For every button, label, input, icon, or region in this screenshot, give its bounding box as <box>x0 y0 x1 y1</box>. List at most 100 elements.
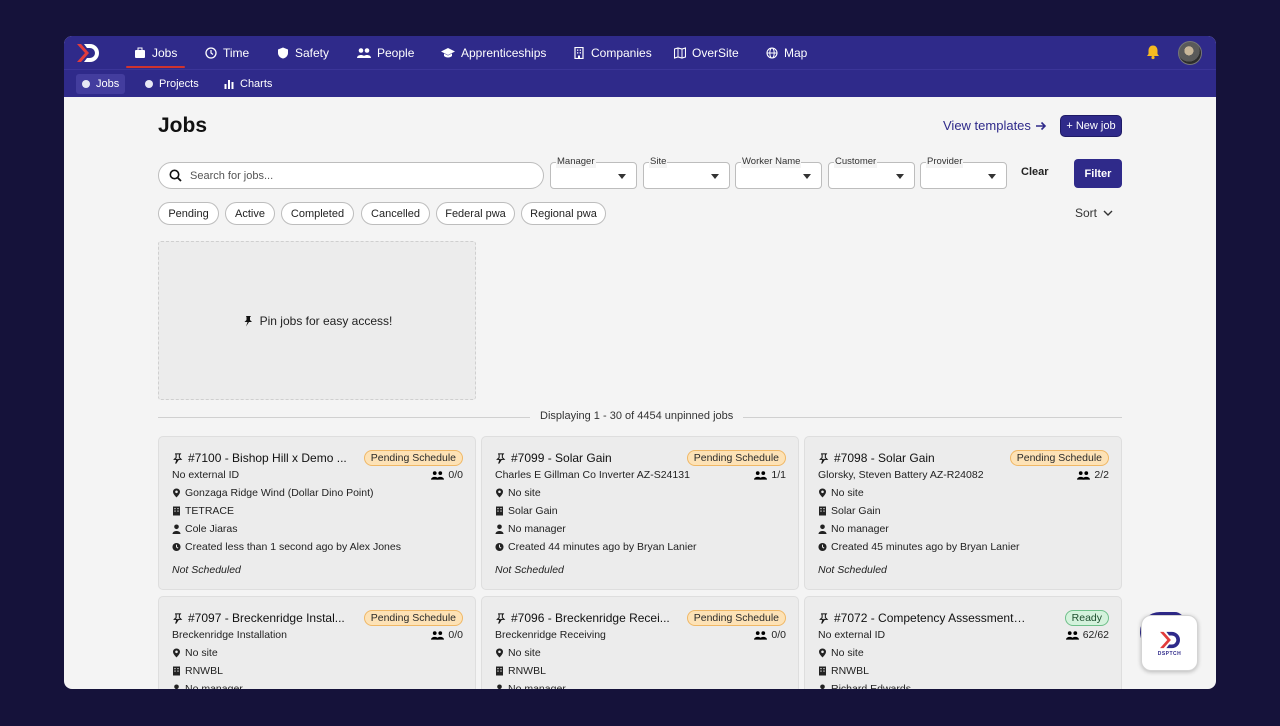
job-card[interactable]: #7100 - Bishop Hill x Demo ... Pending Sc… <box>158 436 476 590</box>
status-chip-cancelled[interactable]: Cancelled <box>361 202 430 225</box>
nav-item-time[interactable]: Time <box>205 36 249 69</box>
job-title[interactable]: #7096 - Breckenridge Recei... <box>495 611 705 625</box>
caret-down-icon <box>618 174 626 179</box>
job-external-id: Breckenridge Receiving <box>495 629 606 641</box>
worker-count: 1/1 <box>754 469 786 481</box>
job-created: Created 44 minutes ago by Bryan Lanier <box>495 541 697 553</box>
worker-name-select[interactable]: Worker Name <box>735 156 822 189</box>
job-title[interactable]: #7099 - Solar Gain <box>495 451 705 465</box>
nav-item-label: OverSite <box>692 45 739 60</box>
status-badge: Pending Schedule <box>363 450 463 466</box>
job-company-text: RNWBL <box>831 665 869 677</box>
brand-logo-icon[interactable] <box>75 42 101 64</box>
nav-item-label: Companies <box>591 45 652 60</box>
subnav-item-jobs[interactable]: Jobs <box>76 74 126 94</box>
job-site: No site <box>818 647 864 659</box>
pin-outline-icon[interactable] <box>818 612 829 624</box>
pin-outline-icon[interactable] <box>172 452 183 464</box>
pin-outline-icon[interactable] <box>495 612 506 624</box>
status-badge: Pending Schedule <box>1009 450 1109 466</box>
job-title-text: #7096 - Breckenridge Recei... <box>511 611 670 625</box>
customer-select-label: Customer <box>834 156 878 168</box>
status-chip-active[interactable]: Active <box>225 202 275 225</box>
job-manager: No manager <box>172 683 243 689</box>
status-chip-pending[interactable]: Pending <box>158 202 219 225</box>
dsptch-help-button[interactable]: DSPTCH <box>1141 615 1198 671</box>
job-site-text: No site <box>831 487 864 499</box>
filter-button[interactable]: Filter <box>1074 159 1122 188</box>
job-created-text: Created less than 1 second ago by Alex J… <box>185 541 401 553</box>
job-card[interactable]: #7097 - Breckenridge Instal... Pending Sc… <box>158 596 476 689</box>
job-site-text: No site <box>185 647 218 659</box>
job-external-id: No external ID <box>172 469 240 481</box>
worker-count-text: 0/0 <box>771 629 786 641</box>
customer-select[interactable]: Customer <box>828 156 915 189</box>
briefcase-icon <box>135 47 145 58</box>
new-job-button[interactable]: + New job <box>1060 115 1122 137</box>
job-title-text: #7100 - Bishop Hill x Demo ... <box>188 451 347 465</box>
pin-outline-icon[interactable] <box>495 452 506 464</box>
job-company: Solar Gain <box>495 505 558 517</box>
job-search-box[interactable] <box>158 162 544 189</box>
job-manager: Richard Edwards <box>818 683 911 689</box>
building-icon <box>574 46 584 59</box>
search-input[interactable] <box>190 169 520 182</box>
circle-icon <box>145 80 153 88</box>
worker-count: 2/2 <box>1077 469 1109 481</box>
sort-dropdown[interactable]: Sort <box>1075 206 1113 220</box>
job-card[interactable]: #7099 - Solar Gain Pending Schedule Charle… <box>481 436 799 590</box>
job-manager-text: No manager <box>185 683 243 689</box>
worker-count-text: 62/62 <box>1082 629 1109 641</box>
job-company-text: Solar Gain <box>831 505 881 517</box>
worker-count: 0/0 <box>431 469 463 481</box>
job-company: Solar Gain <box>818 505 881 517</box>
nav-item-oversite[interactable]: OverSite <box>674 36 739 69</box>
job-title[interactable]: #7098 - Solar Gain <box>818 451 1028 465</box>
people-icon <box>754 631 768 640</box>
view-templates-link[interactable]: View templates <box>943 118 1047 133</box>
nav-item-safety[interactable]: Safety <box>277 36 329 69</box>
job-title[interactable]: #7072 - Competency Assessment Pro... <box>818 611 1028 625</box>
nav-item-map[interactable]: Map <box>766 36 807 69</box>
nav-item-apprenticeships[interactable]: Apprenticeships <box>441 36 546 69</box>
job-manager-text: No manager <box>508 523 566 535</box>
clear-button[interactable]: Clear <box>1021 166 1049 178</box>
worker-count: 0/0 <box>431 629 463 641</box>
status-chip-completed[interactable]: Completed <box>281 202 354 225</box>
nav-item-label: Safety <box>295 45 330 60</box>
notification-bell-icon[interactable] <box>1145 44 1161 60</box>
building-icon <box>496 666 503 676</box>
job-card[interactable]: #7098 - Solar Gain Pending Schedule Glorsk… <box>804 436 1122 590</box>
worker-count: 0/0 <box>754 629 786 641</box>
dsptch-wordmark: DSPTCH <box>1157 650 1182 657</box>
manager-select[interactable]: Manager <box>550 156 637 189</box>
subnav-item-projects[interactable]: Projects <box>139 74 205 94</box>
location-pin-icon <box>173 488 180 498</box>
worker-count: 62/62 <box>1065 629 1109 641</box>
job-company: TETRACE <box>172 505 234 517</box>
nav-item-companies[interactable]: Companies <box>573 36 652 69</box>
status-chip-regional-pwa[interactable]: Regional pwa <box>521 202 606 225</box>
nav-item-jobs[interactable]: Jobs <box>125 36 186 69</box>
worker-count-text: 2/2 <box>1094 469 1109 481</box>
chevron-down-icon <box>1103 210 1113 216</box>
job-manager-text: Cole Jiaras <box>185 523 238 535</box>
caret-down-icon <box>803 174 811 179</box>
pin-outline-icon[interactable] <box>172 612 183 624</box>
pin-outline-icon[interactable] <box>818 452 829 464</box>
provider-select[interactable]: Provider <box>920 156 1007 189</box>
status-chip-federal-pwa[interactable]: Federal pwa <box>436 202 515 225</box>
user-avatar[interactable] <box>1178 41 1202 65</box>
user-icon <box>820 684 825 689</box>
job-external-id: Breckenridge Installation <box>172 629 287 641</box>
job-title[interactable]: #7100 - Bishop Hill x Demo ... <box>172 451 382 465</box>
job-title[interactable]: #7097 - Breckenridge Instal... <box>172 611 382 625</box>
job-card[interactable]: #7072 - Competency Assessment Pro... Read… <box>804 596 1122 689</box>
site-select[interactable]: Site <box>643 156 730 189</box>
status-badge: Ready <box>1064 610 1109 626</box>
job-card[interactable]: #7096 - Breckenridge Recei... Pending Sch… <box>481 596 799 689</box>
subnav-item-charts[interactable]: Charts <box>218 74 278 94</box>
job-company: RNWBL <box>172 665 223 677</box>
pin-message: Pin jobs for easy access! <box>259 313 393 328</box>
nav-item-people[interactable]: People <box>357 36 414 69</box>
